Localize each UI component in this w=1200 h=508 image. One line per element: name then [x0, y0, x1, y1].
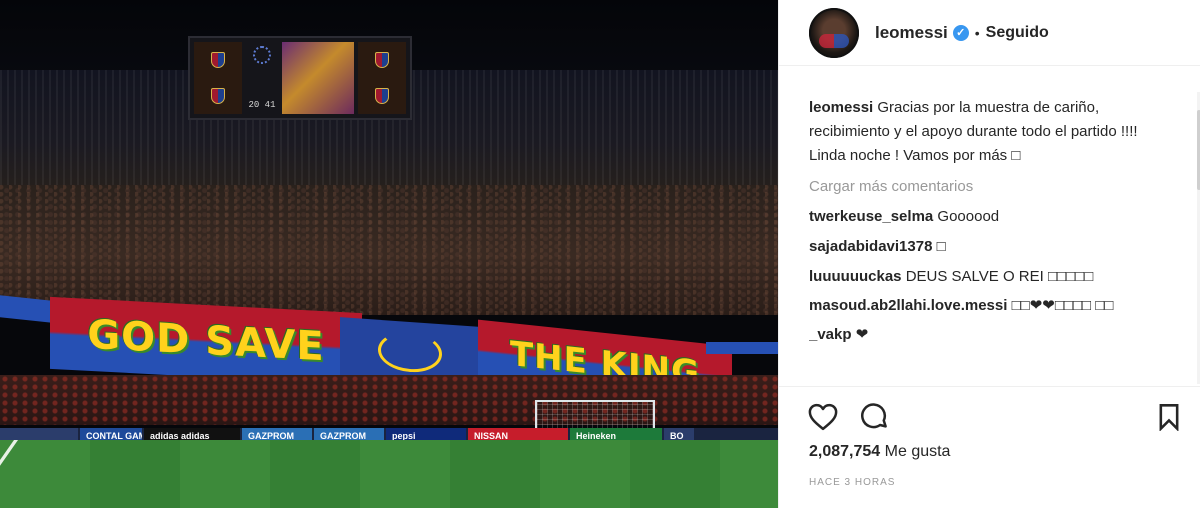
- banner-edge: [0, 295, 52, 323]
- comments-list[interactable]: leomessi Gracias por la muestra de cariñ…: [809, 96, 1169, 386]
- comment-username[interactable]: sajadabidavi1378: [809, 238, 932, 255]
- comment-username[interactable]: masoud.ab2llahi.love.messi: [809, 297, 1007, 314]
- verified-badge-icon: ✓: [952, 24, 969, 41]
- comment-item: luuuuuuckas DEUS SALVE O REI □□□□□: [809, 264, 1169, 290]
- laurel-icon: [378, 329, 442, 375]
- comment-bubble-icon: [861, 403, 887, 429]
- follow-button[interactable]: Seguido: [986, 24, 1049, 42]
- comment-username[interactable]: twerkeuse_selma: [809, 208, 933, 225]
- lower-crowd: [0, 375, 778, 425]
- save-button[interactable]: [1153, 401, 1185, 433]
- caption-username[interactable]: leomessi: [809, 99, 873, 116]
- pitch: [0, 440, 778, 508]
- club-crest-icon: [375, 88, 389, 104]
- comment-item: _vakp ❤: [809, 322, 1169, 348]
- club-crest-icon: [211, 52, 225, 68]
- comment-username[interactable]: luuuuuuckas: [809, 268, 902, 285]
- heart-outline-icon: [808, 403, 838, 431]
- comment-text: □: [936, 238, 946, 255]
- banner-far: [706, 342, 778, 354]
- comment-text: Goooood: [937, 208, 1000, 225]
- scoreboard-crest-panel: [194, 42, 242, 114]
- comment-text: □□❤❤□□□□ □□: [1011, 297, 1114, 314]
- comment-item: twerkeuse_selma Goooood: [809, 204, 1169, 230]
- likes-count[interactable]: 2,087,754 Me gusta: [809, 443, 950, 461]
- instagram-post: 20 41 GOD SAVE THE KING CONTAL GAMEadida…: [0, 0, 1200, 508]
- scoreboard-clock: 20 41: [246, 42, 278, 114]
- avatar[interactable]: [809, 7, 859, 58]
- comment-username[interactable]: _vakp: [809, 326, 852, 343]
- post-side-panel: leomessi ✓ • Seguido leomessi Gracias po…: [778, 0, 1200, 508]
- post-timestamp[interactable]: HACE 3 HORAS: [809, 477, 895, 488]
- like-button[interactable]: [807, 401, 839, 433]
- stadium-scoreboard: 20 41: [188, 36, 412, 120]
- club-crest-icon: [211, 88, 225, 104]
- post-photo[interactable]: 20 41 GOD SAVE THE KING CONTAL GAMEadida…: [0, 0, 778, 508]
- clock-icon: [253, 46, 271, 64]
- separator-dot: •: [974, 24, 980, 41]
- bookmark-icon: [1159, 404, 1179, 431]
- scoreboard-crest-panel: [358, 42, 406, 114]
- scoreboard-screen: [282, 42, 354, 114]
- banner-god-save: GOD SAVE: [50, 296, 362, 386]
- username-link[interactable]: leomessi: [875, 23, 948, 43]
- post-actions: 2,087,754 Me gusta HACE 3 HORAS: [779, 386, 1200, 508]
- club-crest-icon: [375, 52, 389, 68]
- crowd: [0, 185, 778, 315]
- likes-label: Me gusta: [884, 443, 951, 460]
- comment-text: DEUS SALVE O REI □□□□□: [905, 268, 1094, 285]
- comment-item: sajadabidavi1378 □: [809, 234, 1169, 260]
- comment-text: ❤: [855, 326, 869, 343]
- likes-number: 2,087,754: [809, 443, 881, 460]
- post-caption: leomessi Gracias por la muestra de cariñ…: [809, 96, 1169, 168]
- scoreboard-time: 20 41: [248, 100, 276, 110]
- load-more-comments-link[interactable]: Cargar más comentarios: [809, 174, 1169, 200]
- post-header: leomessi ✓ • Seguido: [779, 0, 1200, 66]
- comment-item: masoud.ab2llahi.love.messi □□❤❤□□□□ □□: [809, 294, 1169, 318]
- comment-button[interactable]: [859, 401, 891, 433]
